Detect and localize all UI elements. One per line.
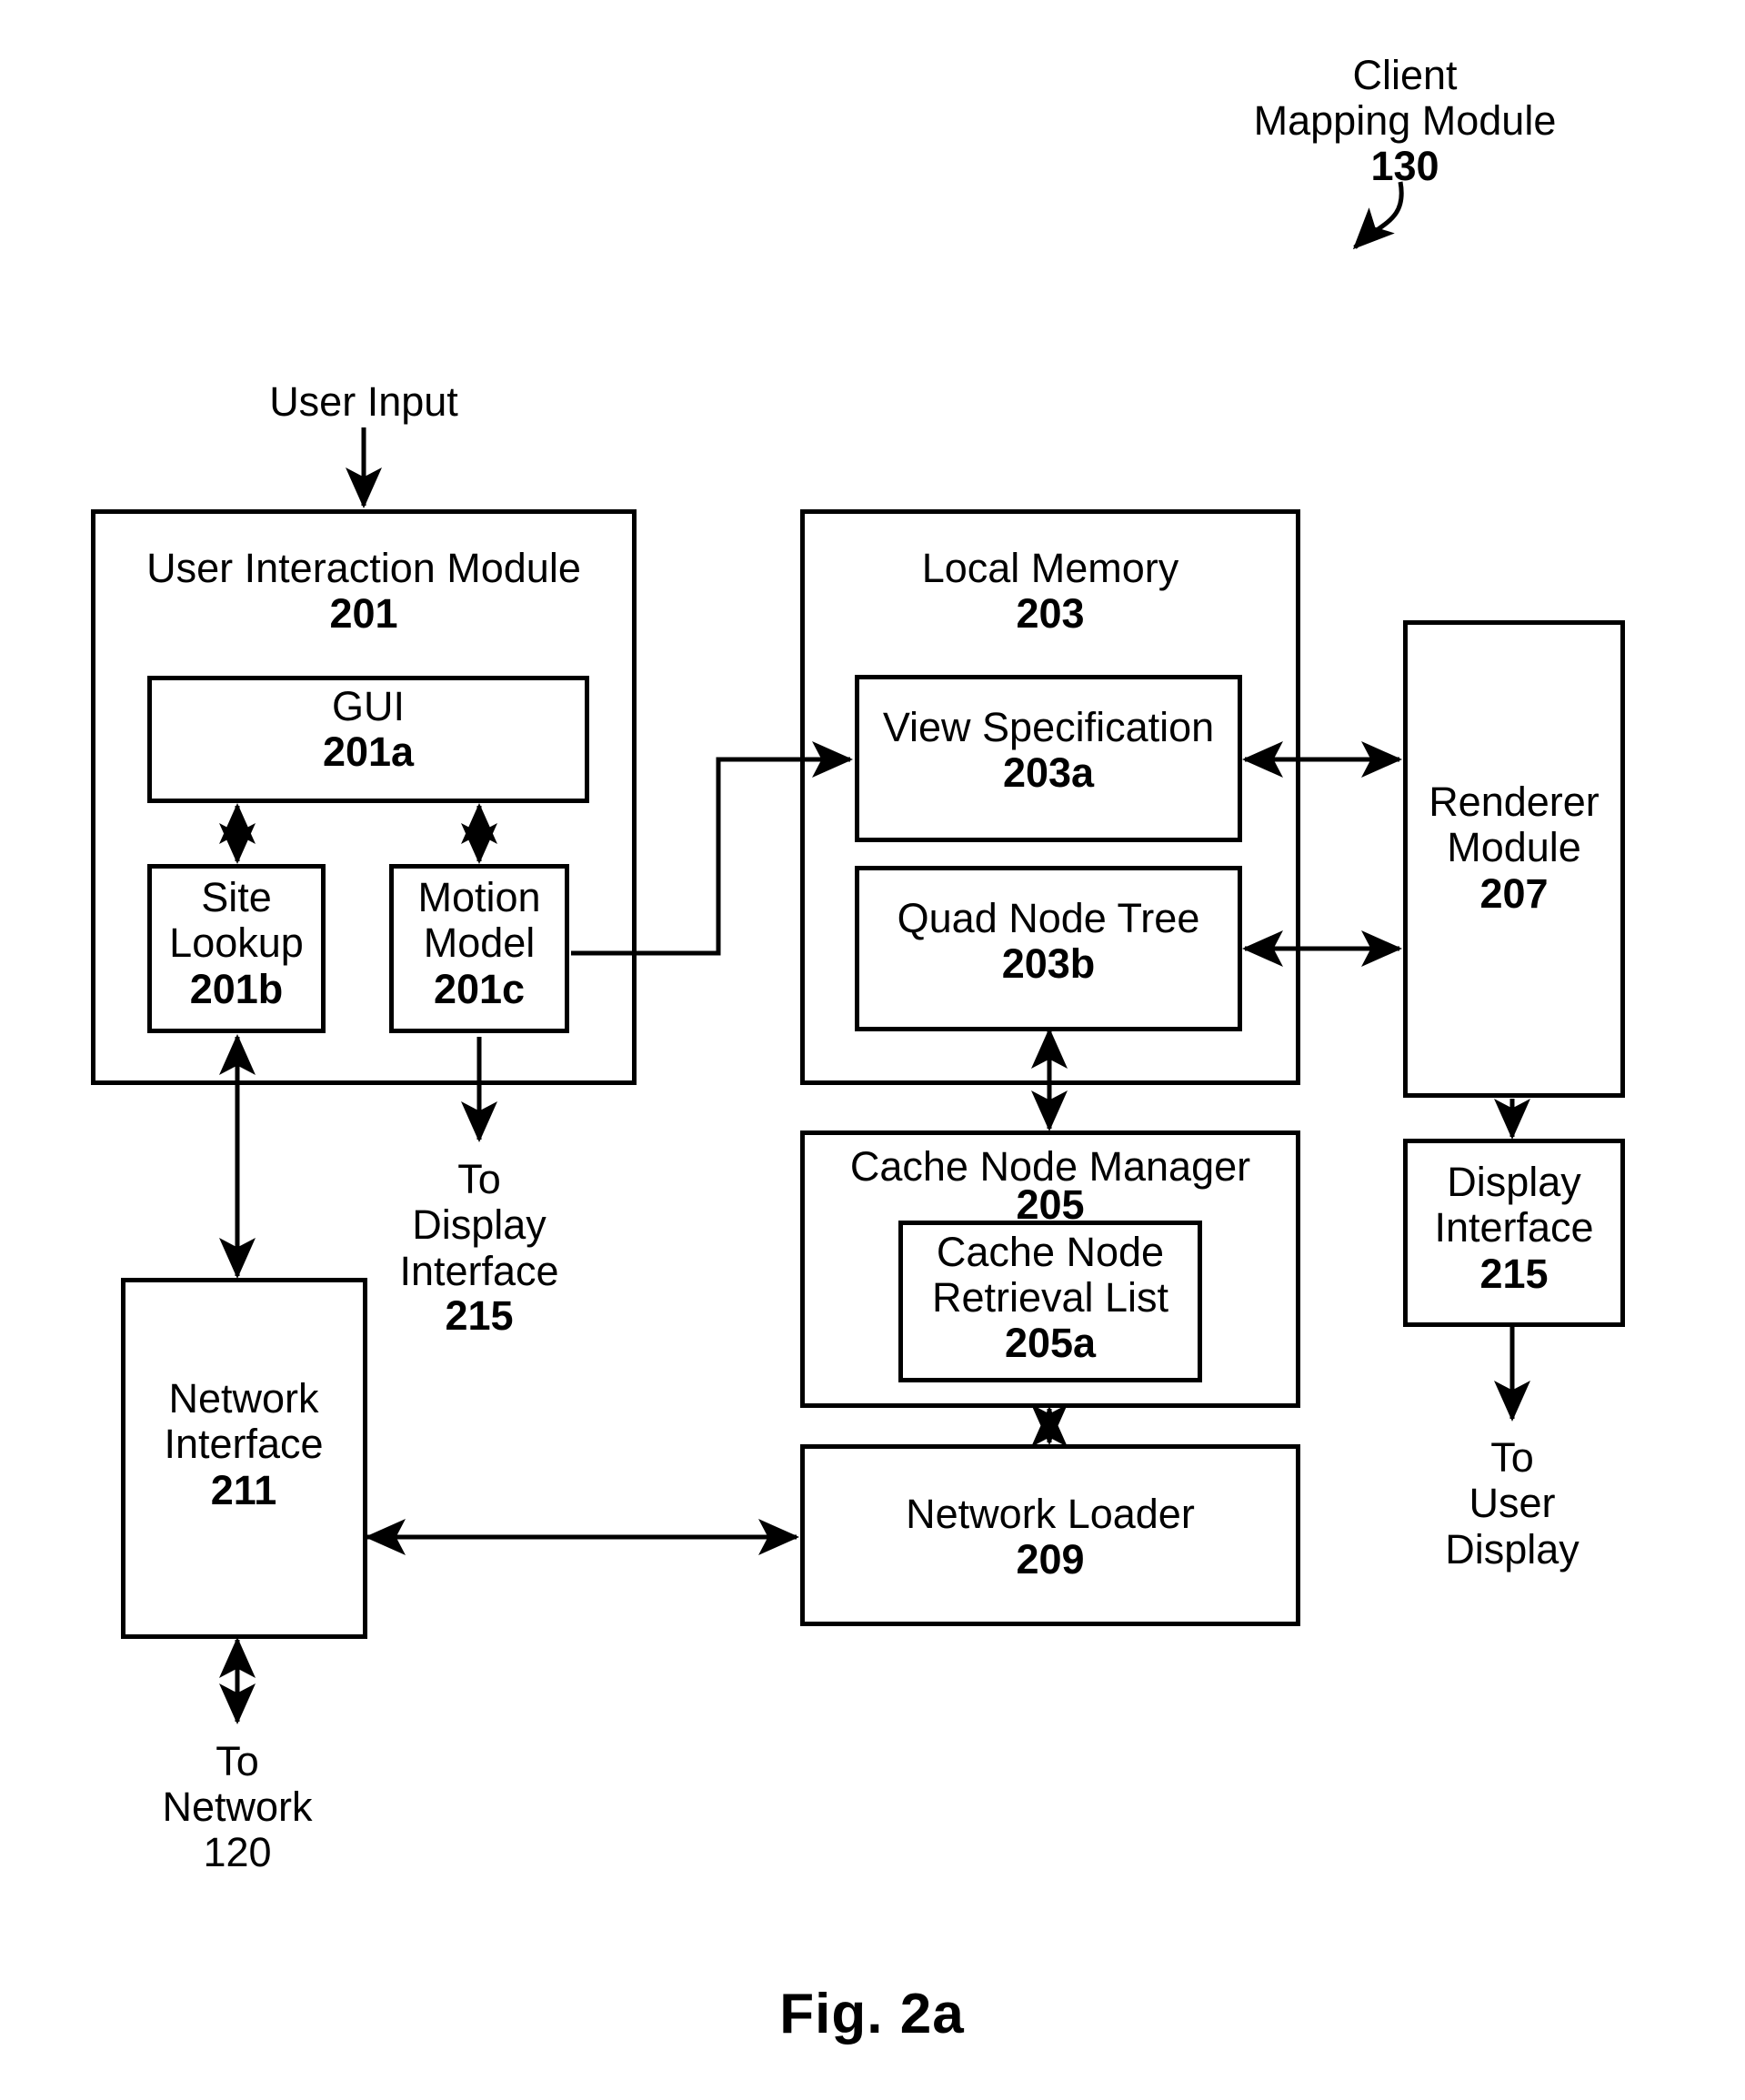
gui-ref: 201a <box>322 728 415 775</box>
display-interface-title: Display Interface <box>1434 1159 1594 1251</box>
figure-caption: Fig. 2a <box>779 1983 965 2045</box>
motion-model-title: Motion Model <box>417 874 541 967</box>
user-input-label: User Input <box>269 378 458 425</box>
local-memory-ref: 203 <box>1016 590 1085 637</box>
cache-node-retrieval-list-title: Cache Node Retrieval List <box>931 1229 1169 1321</box>
cache-node-retrieval-list-ref: 205a <box>1004 1320 1097 1366</box>
to-network-ref: 120 <box>203 1829 272 1875</box>
to-network-label: To Network <box>162 1738 313 1831</box>
network-loader-ref: 209 <box>1016 1536 1085 1583</box>
network-interface-title: Network Interface <box>164 1375 324 1468</box>
site-lookup-title: Site Lookup <box>169 874 304 967</box>
to-display-interface-ref: 215 <box>445 1292 514 1339</box>
renderer-module-title: Renderer Module <box>1429 779 1600 871</box>
to-user-display-label: To User Display <box>1445 1434 1580 1572</box>
quad-node-tree-title: Quad Node Tree <box>897 895 1200 941</box>
patent-figure-2a: Client Mapping Module 130 User Input Use… <box>0 0 1745 2100</box>
display-interface-ref: 215 <box>1479 1251 1549 1297</box>
to-display-interface-label: To Display Interface <box>399 1156 559 1294</box>
callout-title-line1: Client <box>1352 52 1458 98</box>
view-specification-title: View Specification <box>882 704 1215 750</box>
site-lookup-ref: 201b <box>189 966 284 1012</box>
callout-title-line2: Mapping Module <box>1253 97 1557 144</box>
user-interaction-module-title: User Interaction Module <box>146 545 581 591</box>
renderer-module-ref: 207 <box>1479 870 1549 917</box>
user-interaction-module-ref: 201 <box>329 590 398 637</box>
gui-title: GUI <box>331 683 405 729</box>
network-interface-ref: 211 <box>210 1467 277 1513</box>
callout-curved-arrow <box>1352 181 1404 250</box>
callout-ref: 130 <box>1370 143 1439 189</box>
view-specification-ref: 203a <box>1002 749 1095 796</box>
network-loader-title: Network Loader <box>906 1491 1195 1537</box>
cache-node-manager-ref: 205 <box>1016 1181 1085 1228</box>
local-memory-title: Local Memory <box>921 545 1179 591</box>
quad-node-tree-ref: 203b <box>1001 940 1096 987</box>
motion-model-ref: 201c <box>433 966 526 1012</box>
